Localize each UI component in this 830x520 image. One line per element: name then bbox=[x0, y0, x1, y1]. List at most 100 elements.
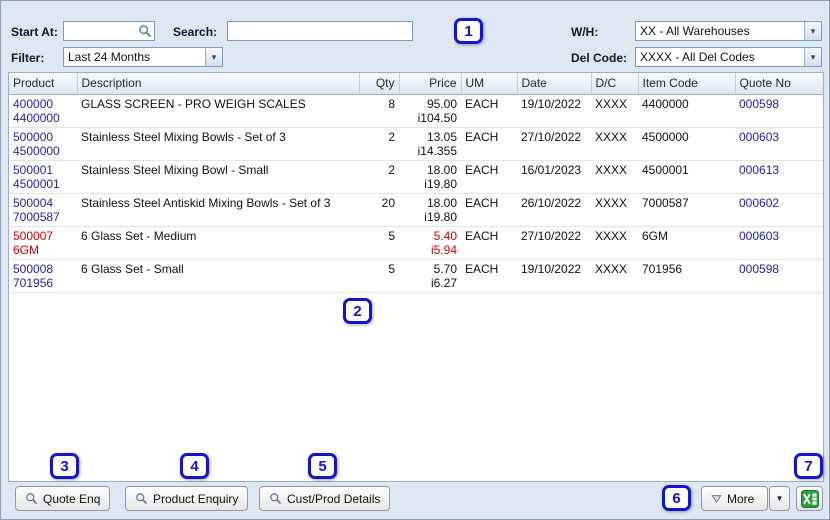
um-cell: EACH bbox=[461, 94, 517, 128]
magnifier-icon bbox=[269, 492, 282, 505]
price-cell: 18.00 i19.80 bbox=[399, 160, 461, 194]
quote-no-link[interactable]: 000602 bbox=[739, 196, 779, 210]
qty-cell: 5 bbox=[359, 259, 399, 293]
date-cell: 19/10/2022 bbox=[517, 94, 591, 128]
quote-no-cell: 000603 bbox=[735, 226, 823, 260]
date-cell: 19/10/2022 bbox=[517, 259, 591, 293]
col-header-dc[interactable]: D/C bbox=[591, 73, 639, 95]
product-code-link[interactable]: 500007 bbox=[13, 229, 73, 243]
quote-no-link[interactable]: 000603 bbox=[739, 229, 779, 243]
col-header-um[interactable]: UM bbox=[461, 73, 518, 95]
product-cell: 500008 701956 bbox=[9, 259, 77, 293]
product-code-link[interactable]: 500001 bbox=[13, 163, 73, 177]
price-inc: i19.80 bbox=[424, 209, 457, 224]
item-code-cell: 701956 bbox=[638, 259, 735, 293]
description-cell: GLASS SCREEN - PRO WEIGH SCALES bbox=[77, 94, 359, 128]
product-code-link[interactable]: 500000 bbox=[13, 130, 73, 144]
results-grid: Product Description Qty Price UM Date D/… bbox=[8, 72, 824, 482]
quote-enq-label: Quote Enq bbox=[43, 491, 101, 506]
date-cell: 26/10/2022 bbox=[517, 193, 591, 227]
warehouse-select[interactable]: XX - All Warehouses ▾ bbox=[635, 21, 822, 41]
product-code-link[interactable]: 500004 bbox=[13, 196, 73, 210]
quote-no-cell: 000613 bbox=[735, 160, 823, 194]
caret-down-icon: ▼ bbox=[775, 494, 784, 503]
del-code-select[interactable]: XXXX - All Del Codes ▾ bbox=[635, 47, 822, 67]
col-header-date[interactable]: Date bbox=[517, 73, 592, 95]
product-code-link[interactable]: 6GM bbox=[13, 243, 73, 257]
triangle-down-icon bbox=[711, 493, 722, 504]
quote-no-cell: 000598 bbox=[735, 259, 823, 293]
col-header-qty[interactable]: Qty bbox=[359, 73, 400, 95]
magnifier-icon bbox=[25, 492, 38, 505]
quote-no-link[interactable]: 000598 bbox=[739, 262, 779, 276]
quote-no-link[interactable]: 000598 bbox=[739, 97, 779, 111]
product-cell: 400000 4400000 bbox=[9, 94, 77, 128]
table-row[interactable]: 400000 4400000 GLASS SCREEN - PRO WEIGH S… bbox=[9, 94, 823, 128]
product-enquiry-button[interactable]: Product Enquiry bbox=[125, 486, 249, 511]
price-ex: 13.05 bbox=[426, 129, 457, 144]
price-inc: i5.94 bbox=[430, 242, 457, 257]
description-cell: 6 Glass Set - Medium bbox=[77, 226, 359, 260]
product-code-link[interactable]: 7000587 bbox=[13, 210, 73, 224]
dc-cell: XXXX bbox=[591, 94, 638, 128]
col-header-price[interactable]: Price bbox=[399, 73, 462, 95]
price-cell: 5.40 i5.94 bbox=[399, 226, 461, 260]
dc-cell: XXXX bbox=[591, 127, 638, 161]
table-row[interactable]: 500001 4500001 Stainless Steel Mixing Bow… bbox=[9, 160, 823, 194]
product-cell: 500004 7000587 bbox=[9, 193, 77, 227]
search-icon[interactable] bbox=[136, 22, 154, 40]
product-code-link[interactable]: 701956 bbox=[13, 276, 73, 290]
price-cell: 18.00 i19.80 bbox=[399, 193, 461, 227]
results-table: Product Description Qty Price UM Date D/… bbox=[9, 73, 823, 293]
price-inc: i14.355 bbox=[417, 143, 457, 158]
cust-prod-details-button[interactable]: Cust/Prod Details bbox=[259, 486, 391, 511]
item-code-cell: 6GM bbox=[638, 226, 735, 260]
price-inc: i104.50 bbox=[417, 110, 457, 125]
product-code-link[interactable]: 4500001 bbox=[13, 177, 73, 191]
magnifier-icon bbox=[135, 492, 148, 505]
export-excel-button[interactable] bbox=[796, 486, 823, 511]
um-cell: EACH bbox=[461, 259, 517, 293]
product-cell: 500001 4500001 bbox=[9, 160, 77, 194]
qty-cell: 2 bbox=[359, 160, 399, 194]
product-code-link[interactable]: 4400000 bbox=[13, 111, 73, 125]
filter-select[interactable]: Last 24 Months ▾ bbox=[63, 47, 223, 67]
start-at-input[interactable] bbox=[64, 22, 136, 40]
col-header-description[interactable]: Description bbox=[77, 73, 360, 95]
table-row[interactable]: 500004 7000587 Stainless Steel Antiskid M… bbox=[9, 193, 823, 227]
qty-cell: 20 bbox=[359, 193, 399, 227]
quote-enq-button[interactable]: Quote Enq bbox=[15, 486, 111, 511]
excel-icon bbox=[800, 489, 819, 508]
dc-cell: XXXX bbox=[591, 193, 638, 227]
um-cell: EACH bbox=[461, 160, 517, 194]
um-cell: EACH bbox=[461, 127, 517, 161]
callout-4: 4 bbox=[180, 453, 209, 479]
warehouse-label: W/H: bbox=[571, 25, 599, 39]
col-header-item-code[interactable]: Item Code bbox=[638, 73, 736, 95]
enquiry-window: Start At: Search: W/H: XX - All Warehous… bbox=[0, 0, 830, 520]
more-dropdown-button[interactable]: ▼ bbox=[769, 486, 790, 511]
quote-no-link[interactable]: 000603 bbox=[739, 130, 779, 144]
callout-6: 6 bbox=[662, 485, 691, 511]
quote-no-cell: 000603 bbox=[735, 127, 823, 161]
more-button[interactable]: More bbox=[701, 486, 768, 511]
product-code-link[interactable]: 500008 bbox=[13, 262, 73, 276]
product-code-link[interactable]: 4500000 bbox=[13, 144, 73, 158]
product-cell: 500000 4500000 bbox=[9, 127, 77, 161]
quote-no-link[interactable]: 000613 bbox=[739, 163, 779, 177]
col-header-quote-no[interactable]: Quote No bbox=[735, 73, 823, 95]
table-row[interactable]: 500000 4500000 Stainless Steel Mixing Bow… bbox=[9, 127, 823, 161]
price-cell: 95.00 i104.50 bbox=[399, 94, 461, 128]
table-row[interactable]: 500008 701956 6 Glass Set - Small 5 5.70 i… bbox=[9, 259, 823, 293]
item-code-cell: 4400000 bbox=[638, 94, 735, 128]
start-at-label: Start At: bbox=[11, 25, 58, 39]
col-header-product[interactable]: Product bbox=[9, 73, 78, 95]
callout-2: 2 bbox=[343, 298, 372, 324]
quote-no-cell: 000602 bbox=[735, 193, 823, 227]
search-input[interactable] bbox=[228, 22, 412, 40]
start-at-field bbox=[63, 21, 155, 41]
product-code-link[interactable]: 400000 bbox=[13, 97, 73, 111]
table-row[interactable]: 500007 6GM 6 Glass Set - Medium 5 5.40 i5.… bbox=[9, 226, 823, 260]
callout-7: 7 bbox=[794, 453, 823, 479]
warehouse-value: XX - All Warehouses bbox=[640, 24, 750, 38]
